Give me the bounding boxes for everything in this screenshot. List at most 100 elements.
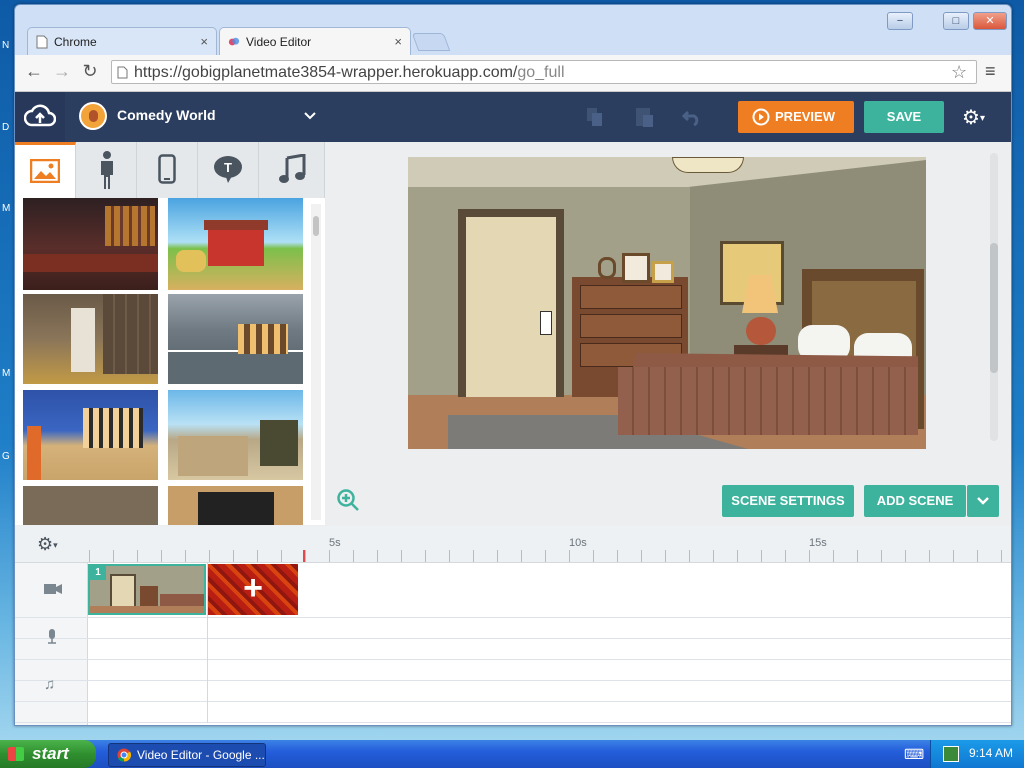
save-button[interactable]: SAVE [864,101,944,133]
minimize-icon: − [896,15,904,27]
desktop-icon-label: G [2,451,10,462]
background-thumbnail[interactable] [168,486,303,525]
address-bar[interactable]: https://gobigplanetmate3854-wrapper.hero… [111,60,977,84]
timeline-settings-gear-icon[interactable]: ⚙▾ [37,534,58,555]
scrollbar-thumb[interactable] [990,243,998,373]
chevron-down-icon[interactable] [303,111,317,121]
music-track [15,660,1011,681]
tab-video-editor[interactable]: Video Editor × [219,27,411,55]
reload-icon[interactable]: ↻ [79,61,101,82]
task-label: Video Editor - Google ... [137,748,265,762]
scene-number-badge: 1 [90,566,106,580]
svg-text:T: T [224,160,232,175]
start-label: start [32,744,69,763]
app-favicon-icon [228,37,240,46]
network-icon[interactable] [943,746,959,762]
undo-icon[interactable] [682,108,702,126]
add-scene-dropdown[interactable] [967,485,999,517]
tick-label: 5s [329,537,341,549]
maximize-icon: □ [952,15,960,27]
page-icon [117,66,128,79]
video-camera-icon [44,584,62,594]
keyboard-icon[interactable]: ⌨ [904,746,924,763]
settings-gear-icon[interactable]: ⚙▾ [962,105,985,130]
play-icon [752,108,770,126]
project-title[interactable]: Comedy World [117,107,216,123]
category-backgrounds[interactable] [15,142,76,198]
background-thumbnail[interactable] [168,294,303,384]
scrollbar-thumb[interactable] [313,216,319,236]
caret-down-icon: ▾ [979,113,985,125]
page-icon [36,35,48,49]
save-label: SAVE [886,109,922,124]
background-thumbnail[interactable] [23,390,158,480]
bookmark-star-icon[interactable]: ☆ [951,62,967,83]
add-scene-label: ADD SCENE [876,493,954,508]
tab-label: Video Editor [246,35,312,49]
stage-scrollbar[interactable] [990,153,998,441]
copy-icon[interactable] [585,106,605,128]
background-thumbnail[interactable] [168,198,303,290]
tab-close-icon[interactable]: × [394,28,402,56]
preview-button[interactable]: PREVIEW [738,101,854,133]
timeline: ⚙▾ 5s 10s 15s ♫ 1 + [15,526,1011,725]
voice-track [15,639,1011,660]
start-button[interactable]: start [0,740,96,768]
maximize-button[interactable]: □ [943,12,969,30]
scene-clip[interactable]: 1 [88,564,206,615]
scene-stage[interactable] [408,157,926,449]
category-characters[interactable] [76,142,137,198]
add-scene-button[interactable]: ADD SCENE [864,485,966,517]
playhead[interactable] [303,550,305,562]
category-music[interactable] [259,142,325,198]
background-thumbnail[interactable] [23,486,158,525]
desktop-icon-label: M [2,203,11,214]
plus-icon: + [243,569,263,607]
asset-panel: T [15,142,325,525]
forward-icon[interactable]: → [51,61,73,82]
upload-button[interactable] [15,92,65,142]
zoom-in-icon[interactable] [336,488,360,512]
browser-window: − □ ✕ Chrome × Video Editor × ← → ↻ http… [14,4,1012,726]
close-window-button[interactable]: ✕ [973,12,1007,30]
asset-scrollbar[interactable] [311,204,321,520]
clock[interactable]: 9:14 AM [969,746,1013,760]
back-icon[interactable]: ← [23,61,45,82]
tab-label: Chrome [54,35,97,49]
chrome-icon [117,748,131,762]
new-tab-button[interactable] [411,33,451,51]
voice-track [15,618,1011,639]
phone-icon [158,154,176,184]
timeline-ruler[interactable]: ⚙▾ 5s 10s 15s [15,526,1011,563]
add-scene-clip[interactable]: + [208,564,298,615]
tab-chrome[interactable]: Chrome × [27,27,217,55]
background-thumbnail[interactable] [23,198,158,290]
category-props[interactable] [137,142,198,198]
browser-toolbar: ← → ↻ https://gobigplanetmate3854-wrappe… [15,55,1011,92]
tick-label: 15s [809,537,827,549]
taskbar: start Video Editor - Google ... ⌨ 9:14 A… [0,740,1024,768]
caret-down-icon: ▾ [53,539,58,550]
scene-settings-button[interactable]: SCENE SETTINGS [722,485,854,517]
close-icon: ✕ [985,15,995,27]
tab-close-icon[interactable]: × [200,28,208,56]
video-editor-app: Comedy World PREVIEW SAVE ⚙▾ T SCENE SET… [15,92,1011,725]
background-thumbnail[interactable] [168,390,303,480]
background-thumbnail[interactable] [23,294,158,384]
paste-icon[interactable] [634,105,656,129]
windows-logo-icon [8,747,24,761]
speech-bubble-icon: T [214,156,242,183]
music-track [15,681,1011,702]
image-icon [30,159,60,183]
project-avatar [79,102,107,130]
taskbar-task-video-editor[interactable]: Video Editor - Google ... [108,743,266,767]
app-topbar: Comedy World PREVIEW SAVE ⚙▾ [15,92,1011,142]
music-note-icon: ♫ [44,676,56,693]
minimize-button[interactable]: − [887,12,913,30]
category-text[interactable]: T [198,142,259,198]
menu-icon[interactable]: ≡ [985,61,996,82]
scene-settings-label: SCENE SETTINGS [731,493,845,508]
url-base: https://gobigplanetmate3854-wrapper.hero… [134,64,518,81]
preview-label: PREVIEW [775,109,835,124]
desktop-icon-label: N [2,40,10,51]
